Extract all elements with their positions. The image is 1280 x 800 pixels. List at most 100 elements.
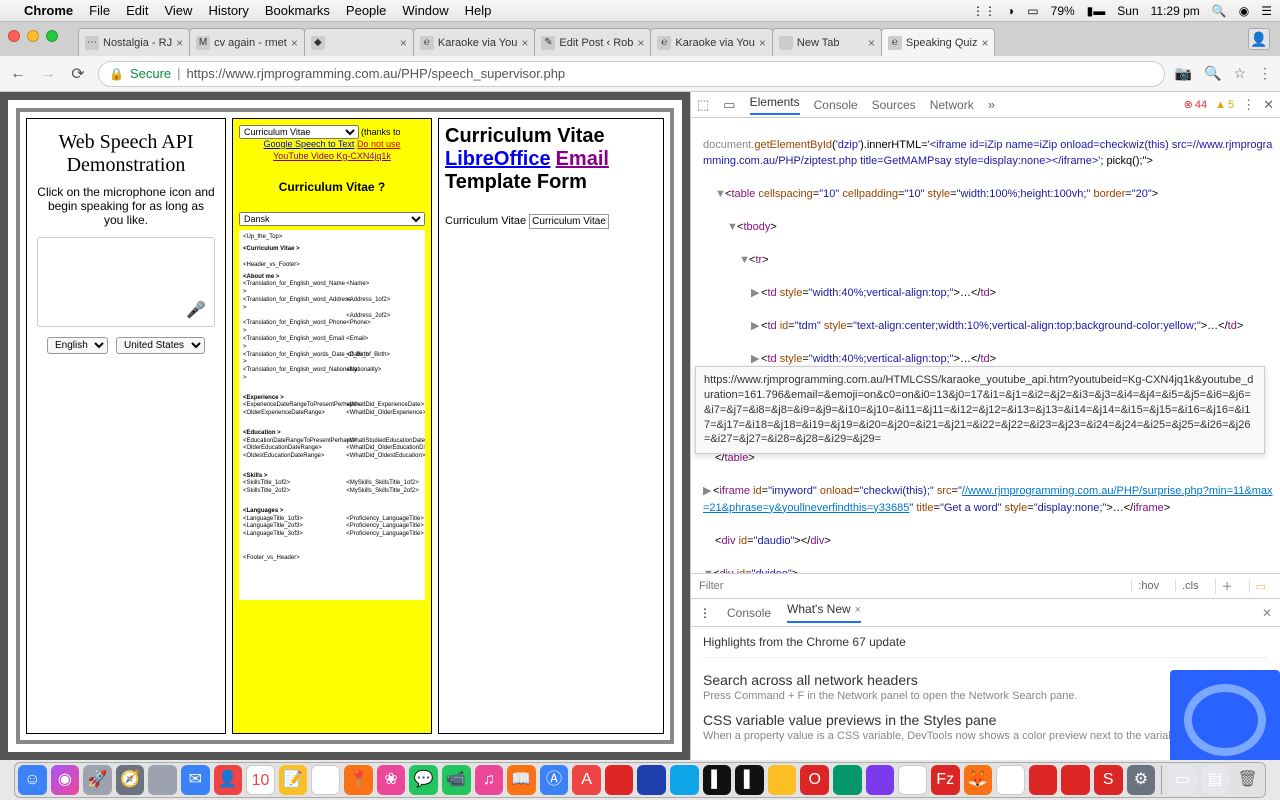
devtools-tab-network[interactable]: Network bbox=[930, 98, 974, 112]
dock-calendar-icon[interactable]: 10 bbox=[246, 765, 275, 795]
dock-mail-icon[interactable]: ✉ bbox=[181, 765, 210, 795]
dock-safari-icon[interactable]: 🧭 bbox=[116, 765, 145, 795]
google-speech-link[interactable]: Google Speech to Text bbox=[264, 139, 355, 149]
dock-app-3-icon[interactable] bbox=[670, 765, 699, 795]
dock-siri-icon[interactable]: ◉ bbox=[51, 765, 80, 795]
email-link[interactable]: Email bbox=[556, 148, 609, 170]
warning-count[interactable]: ▲ 5 bbox=[1215, 99, 1234, 111]
dock-filezilla-icon[interactable]: Fz bbox=[931, 765, 960, 795]
menu-edit[interactable]: Edit bbox=[126, 3, 148, 18]
menu-help[interactable]: Help bbox=[465, 3, 492, 18]
cv-input-field[interactable] bbox=[529, 214, 609, 229]
cv-topic-select[interactable]: Curriculum Vitae bbox=[239, 125, 359, 139]
drawer-tab-whatsnew[interactable]: What's New× bbox=[787, 602, 861, 623]
dock-app-7-icon[interactable] bbox=[898, 765, 927, 795]
hov-toggle[interactable]: :hov bbox=[1131, 580, 1165, 592]
dock-photos-icon[interactable]: ❀ bbox=[377, 765, 406, 795]
box-model-icon[interactable]: ▭ bbox=[1249, 580, 1272, 593]
menu-file[interactable]: File bbox=[89, 3, 110, 18]
dock-trash-icon[interactable]: 🗑 bbox=[1233, 765, 1262, 795]
dock-app-2-icon[interactable] bbox=[637, 765, 666, 795]
tab-close-icon[interactable]: × bbox=[291, 36, 298, 50]
airplay-icon[interactable]: ▭ bbox=[1027, 4, 1038, 18]
dock-messages-icon[interactable]: 💬 bbox=[409, 765, 438, 795]
devtools-close-icon[interactable]: ✕ bbox=[1263, 97, 1274, 113]
browser-tab[interactable]: Mcv again - rmet× bbox=[189, 28, 305, 56]
dock-app-8-icon[interactable] bbox=[1029, 765, 1058, 795]
battery-icon[interactable]: ▮▬ bbox=[1087, 4, 1106, 18]
dock-app-6-icon[interactable] bbox=[866, 765, 895, 795]
cv-language-select[interactable]: Dansk bbox=[239, 212, 425, 226]
dock-folder2-icon[interactable]: ▤ bbox=[1201, 765, 1230, 795]
error-count[interactable]: ⊗ 44 bbox=[1184, 98, 1207, 111]
dock-contacts-icon[interactable]: 👤 bbox=[214, 765, 243, 795]
menu-people[interactable]: People bbox=[346, 3, 386, 18]
profile-avatar-button[interactable]: 👤 bbox=[1248, 28, 1270, 50]
tab-close-icon[interactable]: × bbox=[981, 36, 988, 50]
dialect-select[interactable]: United States bbox=[116, 337, 205, 354]
siri-icon[interactable]: ◉ bbox=[1239, 4, 1249, 18]
reload-button[interactable]: ⟳ bbox=[68, 64, 88, 84]
devtools-tab-console[interactable]: Console bbox=[814, 98, 858, 112]
youtube-video-link[interactable]: YouTube Video Kg-CXN4jq1k bbox=[273, 151, 391, 161]
star-icon[interactable]: ☆ bbox=[1233, 65, 1246, 82]
inspect-element-icon[interactable]: ⬚ bbox=[697, 97, 709, 113]
browser-tab[interactable]: ℮Speaking Quiz× bbox=[881, 28, 996, 56]
dock-settings-icon[interactable]: ⚙ bbox=[1127, 765, 1156, 795]
dock-facetime-icon[interactable]: 📹 bbox=[442, 765, 471, 795]
tab-close-icon[interactable]: × bbox=[521, 36, 528, 50]
tab-close-icon[interactable]: × bbox=[400, 36, 407, 50]
cls-toggle[interactable]: .cls bbox=[1175, 580, 1205, 592]
dock-chrome-icon[interactable]: ◉ bbox=[996, 765, 1025, 795]
battery-percent[interactable]: 79% bbox=[1051, 4, 1075, 18]
browser-tab[interactable]: New Tab× bbox=[772, 28, 882, 56]
tab-close-icon[interactable]: × bbox=[759, 36, 766, 50]
tab-close-icon[interactable]: × bbox=[176, 36, 183, 50]
browser-tab[interactable]: ✎Edit Post ‹ Rob× bbox=[534, 28, 651, 56]
app-name-menu[interactable]: Chrome bbox=[24, 3, 73, 18]
menubar-time[interactable]: 11:29 pm bbox=[1151, 4, 1200, 18]
dock-firefox-icon[interactable]: 🦊 bbox=[964, 765, 993, 795]
device-toolbar-icon[interactable]: ▭ bbox=[723, 97, 735, 113]
browser-tab[interactable]: ℮Karaoke via You× bbox=[413, 28, 536, 56]
microphone-icon[interactable]: 🎤 bbox=[186, 300, 206, 320]
devtools-menu-icon[interactable]: ⋮ bbox=[1242, 97, 1255, 113]
spotlight-icon[interactable]: 🔍 bbox=[1212, 4, 1227, 18]
dock-notes-icon[interactable]: 📝 bbox=[279, 765, 308, 795]
dock-opera-icon[interactable]: O bbox=[800, 765, 829, 795]
dock-finder-icon[interactable]: ☺ bbox=[18, 765, 47, 795]
tab-close-icon[interactable]: × bbox=[637, 36, 644, 50]
libreoffice-link[interactable]: LibreOffice bbox=[445, 148, 551, 170]
drawer-tab-console[interactable]: Console bbox=[727, 606, 771, 620]
dock-app-4-icon[interactable] bbox=[768, 765, 797, 795]
devtools-more-tabs-icon[interactable]: » bbox=[988, 97, 995, 112]
dock-maps-icon[interactable]: 📍 bbox=[344, 765, 373, 795]
elements-tree[interactable]: document.getElementById('dzip').innerHTM… bbox=[691, 118, 1280, 573]
browser-tab[interactable]: ⋯Nostalgia - RJ× bbox=[78, 28, 190, 56]
drawer-close-icon[interactable]: ✕ bbox=[1262, 606, 1272, 620]
dock-itunes-icon[interactable]: ♫ bbox=[475, 765, 504, 795]
fullscreen-window-button[interactable] bbox=[46, 30, 58, 42]
chrome-menu-icon[interactable]: ⋮ bbox=[1258, 65, 1272, 82]
menu-bookmarks[interactable]: Bookmarks bbox=[265, 3, 330, 18]
browser-tab[interactable]: ℮Karaoke via You× bbox=[650, 28, 773, 56]
dock-ibooks-icon[interactable]: 📖 bbox=[507, 765, 536, 795]
devtools-tab-elements[interactable]: Elements bbox=[750, 95, 800, 115]
menu-view[interactable]: View bbox=[164, 3, 192, 18]
dock-acrobat-icon[interactable]: A bbox=[572, 765, 601, 795]
dock-terminal2-icon[interactable]: ▌ bbox=[735, 765, 764, 795]
drawer-menu-icon[interactable]: ⋮ bbox=[699, 606, 711, 620]
add-style-button[interactable]: ＋ bbox=[1215, 578, 1239, 594]
forward-button[interactable]: → bbox=[38, 65, 58, 83]
dock-launchpad-icon[interactable]: 🚀 bbox=[83, 765, 112, 795]
camera-icon[interactable]: 📷 bbox=[1175, 65, 1192, 82]
do-not-use-link[interactable]: Do not use bbox=[357, 139, 401, 149]
browser-tab[interactable]: ◆: The E× bbox=[304, 28, 414, 56]
zoom-icon[interactable]: 🔍 bbox=[1204, 65, 1221, 82]
close-window-button[interactable] bbox=[8, 30, 20, 42]
dock-sketchup-icon[interactable]: S bbox=[1094, 765, 1123, 795]
styles-filter-input[interactable] bbox=[699, 580, 1121, 592]
notification-center-icon[interactable]: ☰ bbox=[1261, 4, 1272, 18]
dock-app-icon[interactable] bbox=[148, 765, 177, 795]
wifi-icon[interactable]: ◗ bbox=[1008, 4, 1015, 18]
